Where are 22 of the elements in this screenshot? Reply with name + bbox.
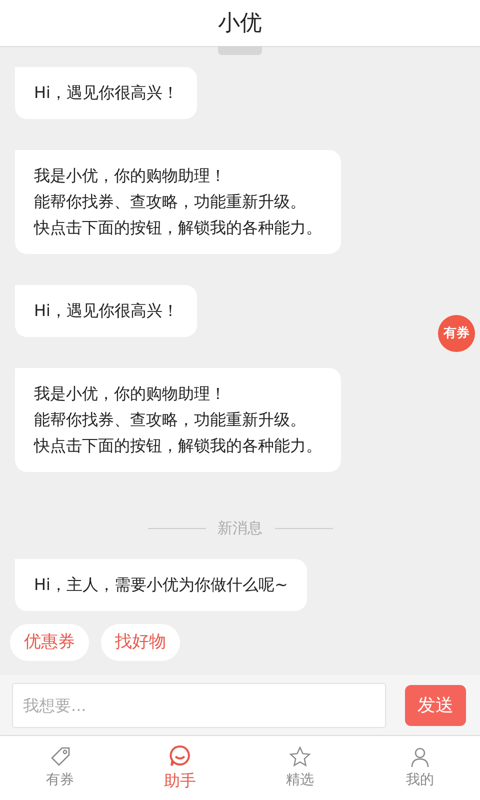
header-title: 小优 <box>218 10 262 38</box>
message-text: 能帮你找券、查攻略，功能重新升级。 <box>34 191 307 213</box>
smiley-bubble-icon <box>168 744 192 768</box>
message-text: 我是小优，你的购物助理！ <box>34 383 227 405</box>
message-input[interactable]: 我想要... <box>12 682 386 728</box>
send-button[interactable]: 发送 <box>405 684 466 726</box>
tab-item[interactable]: 精选 <box>240 736 360 800</box>
tab-item[interactable]: 我的 <box>360 736 480 800</box>
quick-reply-button[interactable]: 优惠券 <box>10 624 89 661</box>
tab-item[interactable]: 助手 <box>120 736 240 800</box>
message-text: 能帮你找券、查攻略，功能重新升级。 <box>34 409 307 431</box>
message-text: 我是小优，你的购物助理！ <box>34 165 227 187</box>
message-text: Hi，遇见你很高兴！ <box>34 82 178 104</box>
quick-reply-button[interactable]: 找好物 <box>101 624 180 661</box>
tab-item[interactable]: 有券 <box>0 736 120 800</box>
message-text: Hi，遇见你很高兴！ <box>34 300 178 322</box>
message-text: 快点击下面的按钮，解锁我的各种能力。 <box>34 435 322 457</box>
star-icon <box>288 745 312 769</box>
message-text: Hi，主人，需要小优为你做什么呢~ <box>34 574 288 596</box>
new-messages-label: 新消息 <box>218 518 262 539</box>
coupon-float-button[interactable]: 有券 <box>438 315 475 352</box>
message-text: 快点击下面的按钮，解锁我的各种能力。 <box>34 217 322 239</box>
